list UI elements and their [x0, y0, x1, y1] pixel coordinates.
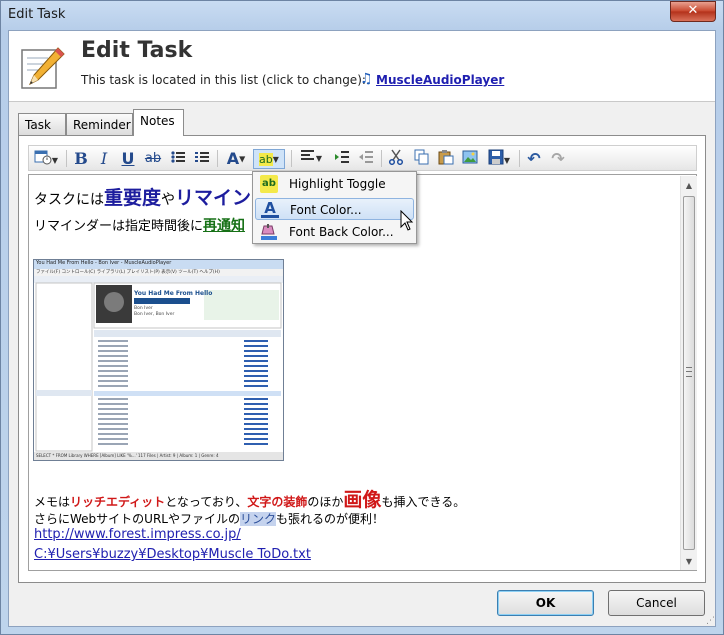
highlight-toggle-icon: ab	[260, 175, 278, 193]
note-line-4: さらにWebサイトのURLやファイルのリンクも張れるのが便利！	[34, 512, 385, 526]
insert-datetime-icon[interactable]: ▼	[32, 149, 60, 169]
resize-grip-icon[interactable]: ⋰	[706, 616, 716, 626]
strikethrough-icon[interactable]: ab	[143, 149, 163, 169]
tab-notes[interactable]: Notes	[133, 109, 184, 136]
indent-icon[interactable]	[333, 149, 351, 169]
tab-task[interactable]: Task	[18, 113, 66, 135]
font-color-icon[interactable]: A▼	[223, 149, 249, 169]
note-line-2: リマインダーは指定時間後に再通知	[34, 218, 246, 234]
cancel-button[interactable]: Cancel	[608, 590, 705, 616]
shot-title: You Had Me From Hello - Bon Iver - Muscl…	[36, 260, 172, 266]
scroll-up-arrow[interactable]: ▲	[681, 178, 697, 194]
italic-icon[interactable]: I	[95, 149, 113, 169]
url-link[interactable]: http://www.forest.impress.co.jp/	[34, 527, 241, 542]
shot-menu: ファイル(F) コントロール(C) ライブラリ(L) プレイリスト(P) 表示(…	[36, 270, 220, 275]
menu-item-highlight-toggle[interactable]: ab Highlight Toggle	[255, 173, 414, 195]
mouse-cursor-icon	[400, 209, 414, 232]
embedded-app-screenshot: You Had Me From Hello - Bon Iver - Muscl…	[33, 259, 284, 461]
shot-status: SELECT * FROM Library WHERE [Album] LIKE…	[36, 453, 219, 458]
music-note-icon: ♫	[360, 71, 373, 87]
menu-item-font-color[interactable]: A Font Color...	[255, 198, 414, 220]
list-link[interactable]: MuscleAudioPlayer	[376, 73, 504, 87]
cut-icon[interactable]	[387, 149, 405, 169]
pencil-paper-icon	[18, 44, 66, 92]
shot-now-playing: You Had Me From Hello	[134, 290, 213, 297]
redo-icon[interactable]: ↷	[549, 149, 567, 169]
highlight-dropdown-menu: ab Highlight Toggle A Font Color... Font…	[252, 171, 417, 244]
shot-artist: Bon Iver	[134, 306, 153, 311]
window-title: Edit Task	[8, 7, 66, 22]
font-color-icon: A	[261, 201, 279, 218]
save-icon[interactable]: ▼	[485, 149, 513, 169]
bullet-list-icon[interactable]	[169, 149, 187, 169]
tab-reminder[interactable]: Reminder	[66, 113, 133, 135]
highlight-icon[interactable]: ab▼	[253, 149, 285, 169]
image-icon[interactable]	[461, 149, 479, 169]
page-title: Edit Task	[81, 38, 193, 63]
ok-button[interactable]: OK	[497, 590, 594, 616]
font-back-color-icon	[260, 223, 278, 241]
align-icon[interactable]: ▼	[297, 149, 325, 169]
bold-icon[interactable]: B	[72, 149, 90, 169]
shot-album: Bon Iver, Bon Iver	[134, 312, 175, 317]
scroll-down-arrow[interactable]: ▼	[681, 554, 697, 570]
copy-icon[interactable]	[413, 149, 431, 169]
highlight-glyph: ab	[259, 153, 273, 166]
list-location-label: This task is located in this list (click…	[81, 73, 366, 87]
underline-icon[interactable]: U	[119, 149, 137, 169]
formatting-toolbar: ▼ B I U ab A▼ ab▼ ▼ ▼ ↶ ↷	[28, 145, 697, 171]
font-color-glyph: A	[226, 149, 240, 168]
menu-item-font-back-color[interactable]: Font Back Color...	[255, 221, 414, 243]
vertical-scrollbar[interactable]: ▲ ▼	[680, 176, 697, 570]
note-line-1: タスクには重要度やリマイン	[34, 187, 252, 209]
file-link[interactable]: C:¥Users¥buzzy¥Desktop¥Muscle ToDo.txt	[34, 547, 311, 562]
scroll-thumb[interactable]	[683, 196, 695, 550]
paste-icon[interactable]	[437, 149, 455, 169]
note-line-3: メモはリッチエディットとなっており、文字の装飾のほか画像も挿入できる。	[34, 489, 466, 511]
numbered-list-icon[interactable]	[193, 149, 211, 169]
undo-icon[interactable]: ↶	[525, 149, 543, 169]
close-button[interactable]: ✕	[670, 1, 716, 22]
outdent-icon[interactable]	[357, 149, 375, 169]
